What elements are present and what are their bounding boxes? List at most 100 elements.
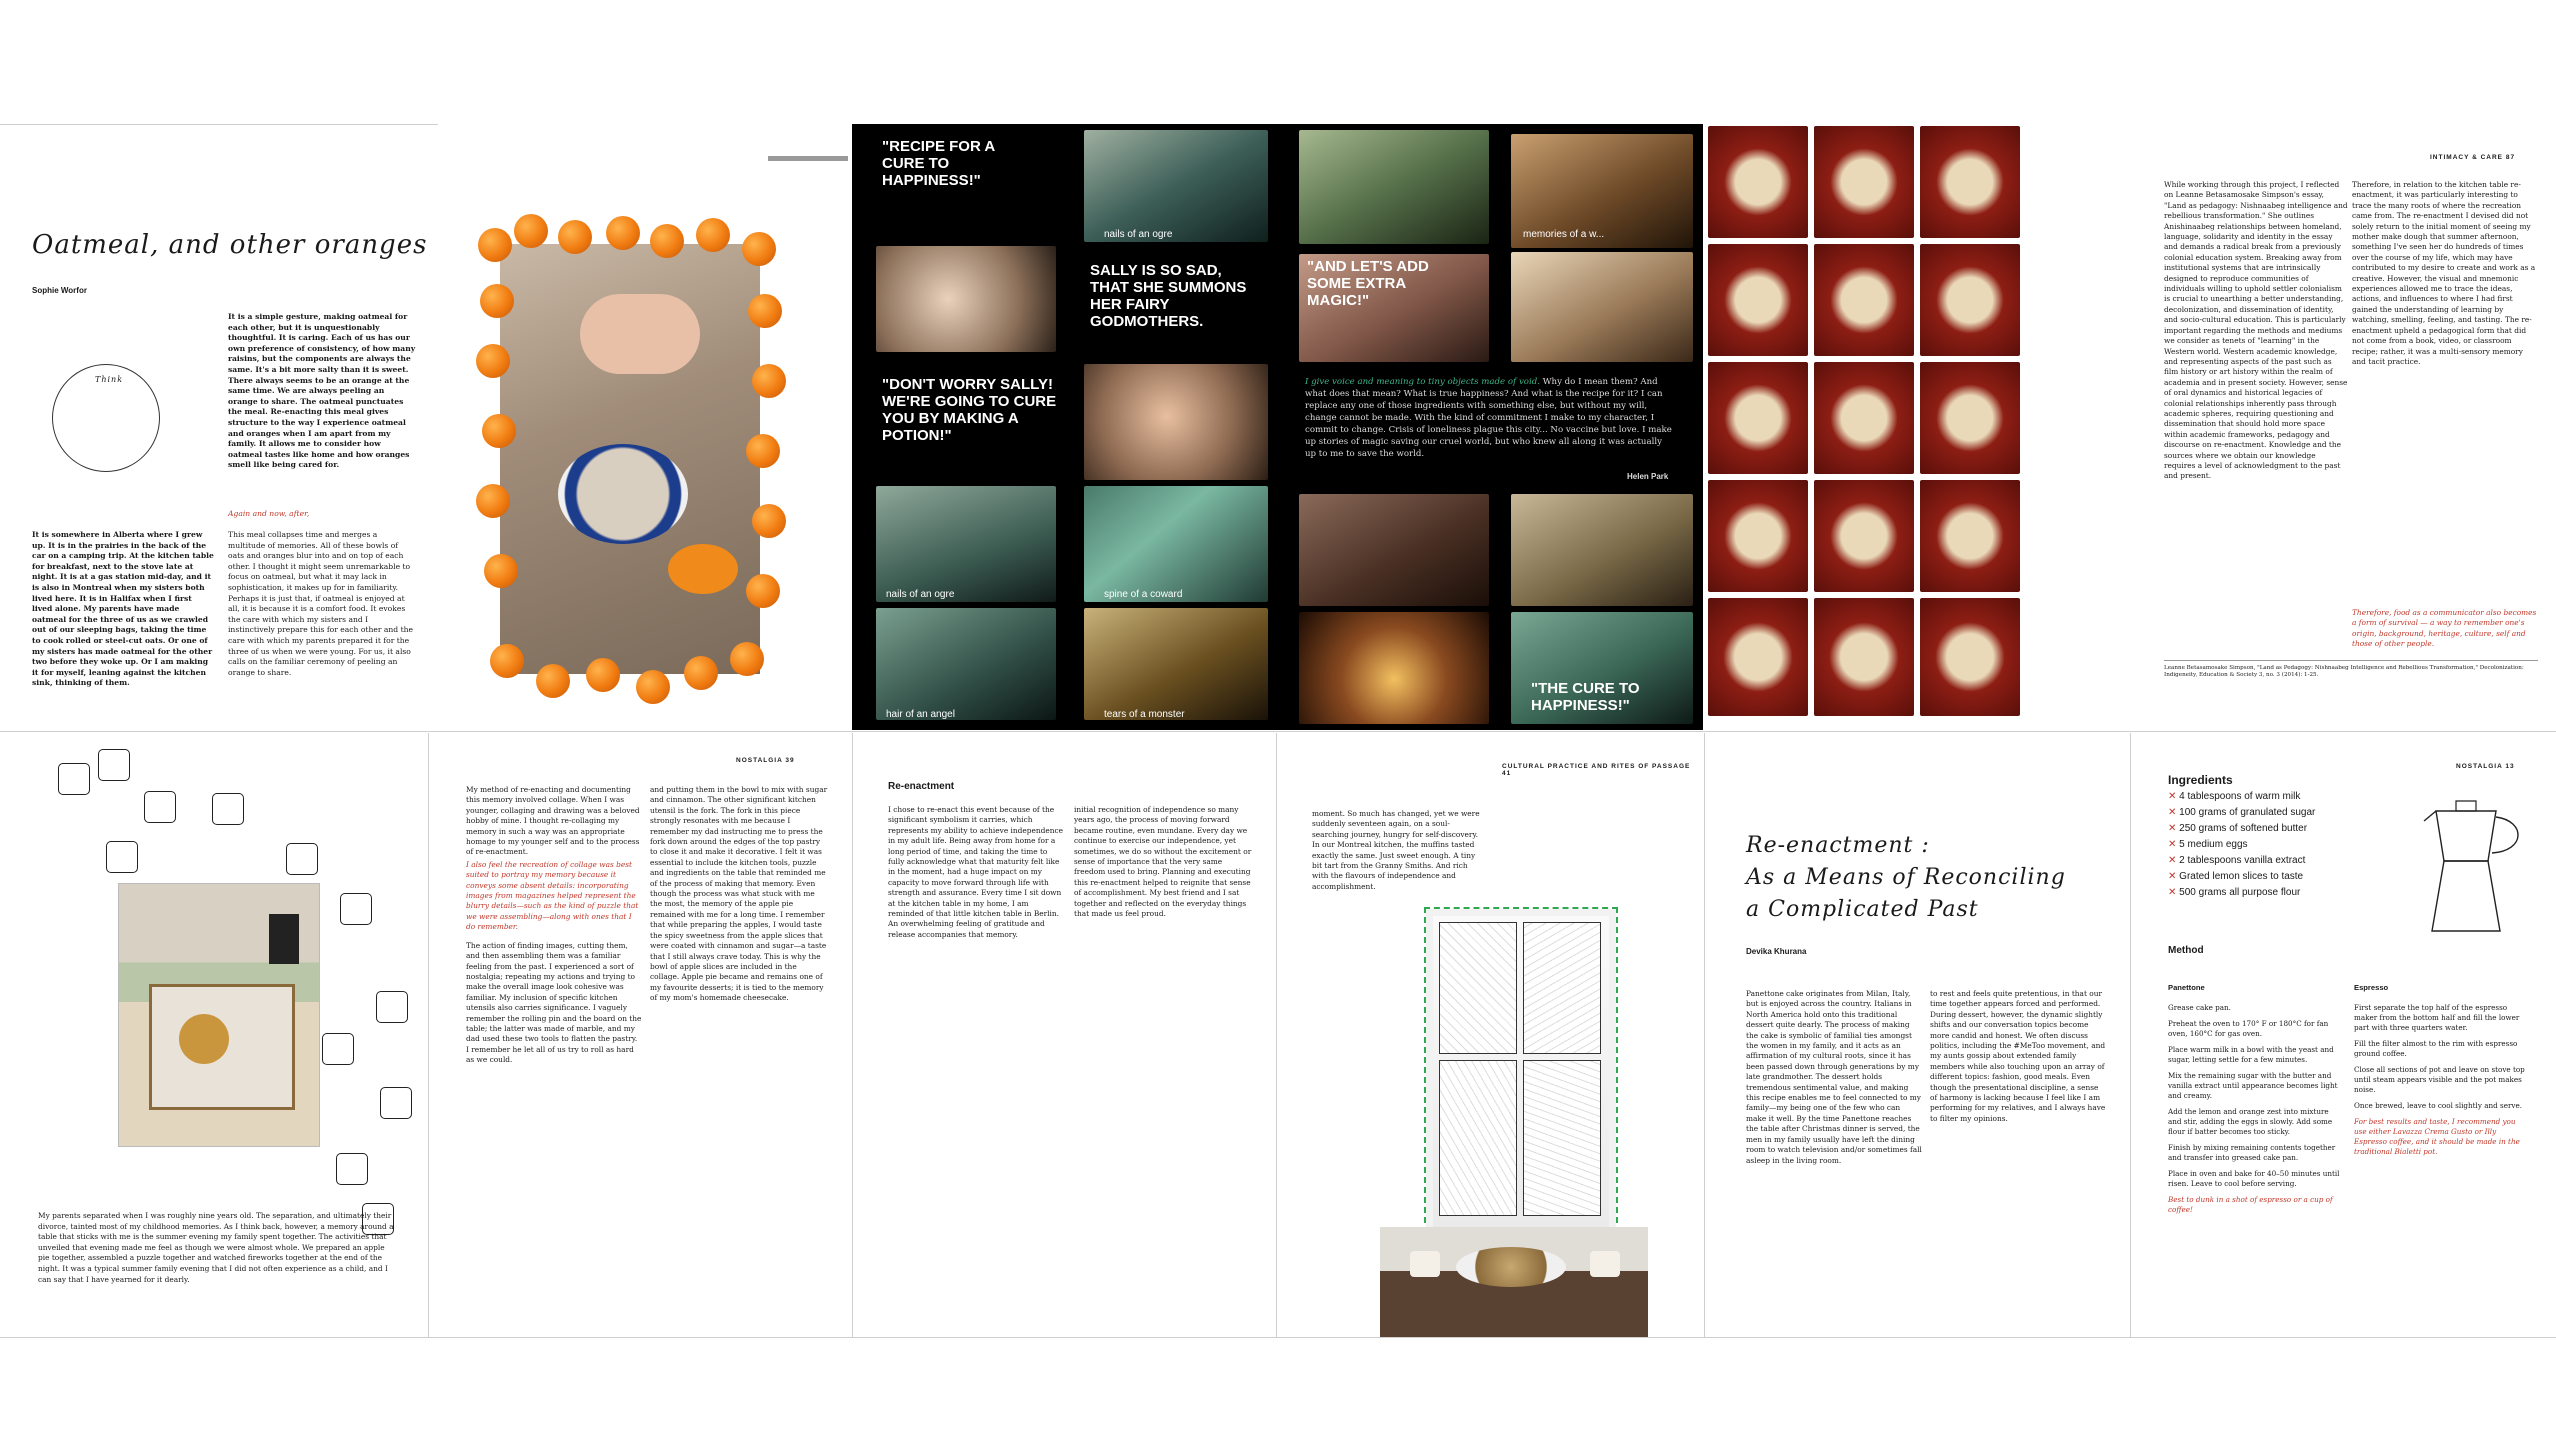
dough-photo [1814,244,1914,356]
subcaption: spine of a coward [1104,589,1183,600]
orange-icon [684,656,718,690]
puzzle-icon [286,843,318,875]
quote-body: Why do I mean them? And what does that m… [1305,377,1672,459]
dough-photo [1920,362,2020,474]
dough-photo [1814,362,1914,474]
caption: SALLY IS SO SAD, THAT SHE SUMMONS HER FA… [1090,262,1247,330]
ingredient-item: Grated lemon slices to taste [2168,871,2388,882]
page-divider [2130,733,2131,1337]
column-2: and putting them in the bowl to mix with… [650,785,828,1003]
orange-label: Think [95,375,124,384]
page-storyboard-right: memories of a w... "AND LET'S ADD SOME E… [1275,124,1703,730]
column-1-text: My method of re-enacting and documenting… [466,785,640,857]
page-divider [1276,733,1277,1337]
dough-photo [1814,480,1914,592]
chair [269,914,299,964]
page-divider [0,124,438,125]
column-text: moment. So much has changed, yet we were… [1312,809,1480,891]
running-header: INTIMACY & CARE 87 [2430,154,2516,161]
quote: I give voice and meaning to tiny objects… [1305,376,1675,460]
puzzle-icon [376,991,408,1023]
ingredient-item: 4 tablespoons of warm milk [2168,791,2388,802]
caption: "RECIPE FOR A CURE TO HAPPINESS!" [882,138,995,189]
column-1b-text: The action of finding images, cutting th… [466,940,642,1065]
author: Sophie Worfor [32,286,87,295]
step: Place in oven and bake for 40–50 minutes… [2168,1169,2340,1188]
collage-image [118,883,320,1147]
still-hair [876,608,1056,720]
orange-icon [478,228,512,262]
column-2: This meal collapses time and merges a mu… [228,530,414,677]
page-collage: My parents separated when I was roughly … [0,733,428,1337]
step: Finish by mixing remaining contents toge… [2168,1143,2336,1162]
red-highlight: Therefore, food as a communicator also b… [2352,608,2537,649]
still-potion [1511,494,1693,606]
espresso-title: Espresso [2354,983,2389,992]
subcaption: nails of an ogre [886,589,955,600]
still-window [1511,252,1693,362]
red-tip: For best results and taste, I recommend … [2354,1117,2520,1156]
gray-bar [768,156,848,161]
still-face [1084,364,1268,480]
dough-photo [1814,126,1914,238]
page-re-enactment: Re-enactment I chose to re-enact this ev… [852,733,1276,1337]
dough-photo [1708,598,1808,716]
puzzle-icon [322,1033,354,1065]
step: Preheat the oven to 170° F or 180°C for … [2168,1019,2329,1038]
cup [1590,1251,1620,1277]
method-title: Method [2168,945,2204,956]
page-dough-grid [1706,124,2044,730]
page-divider [428,733,429,1337]
orange-icon [586,658,620,692]
column-2: Therefore, in relation to the kitchen ta… [2352,180,2536,366]
orange-icon [730,642,764,676]
still-candles [1299,612,1489,724]
step: Fill the filter almost to the rim with e… [2354,1039,2518,1058]
peel [668,544,738,594]
caption: "DON'T WORRY SALLY! WE'RE GOING TO CURE … [882,376,1057,444]
ingredient-item: 5 medium eggs [2168,839,2388,850]
step: Once brewed, leave to cool slightly and … [2354,1101,2522,1110]
window-pane [1439,1060,1517,1216]
puzzle-icon [58,763,90,795]
column-1: Panettone cake originates from Milan, It… [1746,989,1922,1165]
page-divider [852,733,853,1337]
title-line-1: Re-enactment : [1746,833,1930,858]
column-1: My method of re-enacting and documenting… [466,785,642,1066]
still-table [1299,494,1489,606]
orange-sketch: Think [52,364,160,472]
page-reconciling: Re-enactment : As a Means of Reconciling… [1706,733,2132,1337]
dough-photo [1708,126,1808,238]
puzzle-icon [144,791,176,823]
orange-icon [484,554,518,588]
step: Mix the remaining sugar with the butter … [2168,1071,2338,1100]
page-intimacy-care: INTIMACY & CARE 87 While working through… [2128,124,2556,730]
title-line-3: a Complicated Past [1746,897,1979,922]
quote-lead: I give voice and meaning to tiny objects… [1305,377,1540,387]
cup [1410,1251,1440,1277]
still-tears [1084,608,1268,720]
orange-icon [696,218,730,252]
step: Add the lemon and orange zest into mixtu… [2168,1107,2333,1136]
bowl [558,444,688,544]
running-header: CULTURAL PRACTICE AND RITES OF PASSAGE 4… [1502,763,1691,777]
orange-icon [476,344,510,378]
table-photo [1380,1227,1648,1337]
puzzle-icon [212,793,244,825]
still-note [1084,486,1268,602]
caption: "THE CURE TO HAPPINESS!" [1531,680,1640,714]
dough-photo [1920,126,2020,238]
red-highlight: I also feel the recreation of collage wa… [466,859,639,932]
page-recipe: NOSTALGIA 13 Ingredients 4 tablespoons o… [2132,733,2556,1337]
orange-icon [606,216,640,250]
section-title: Re-enactment [888,781,955,792]
column-2: initial recognition of independence so m… [1074,805,1252,919]
column-2: to rest and feels quite pretentious, in … [1930,989,2106,1123]
puzzle-icon [340,893,372,925]
subcaption: tears of a monster [1104,709,1185,720]
window-illustration [1424,907,1618,1243]
ingredients-list: 4 tablespoons of warm milk 100 grams of … [2168,791,2388,903]
panettone-steps: Grease cake pan. Preheat the oven to 170… [2168,1003,2340,1221]
footnote: Leanne Betasamosake Simpson, "Land as Pe… [2164,660,2538,680]
caption: "AND LET'S ADD SOME EXTRA MAGIC!" [1307,258,1429,309]
